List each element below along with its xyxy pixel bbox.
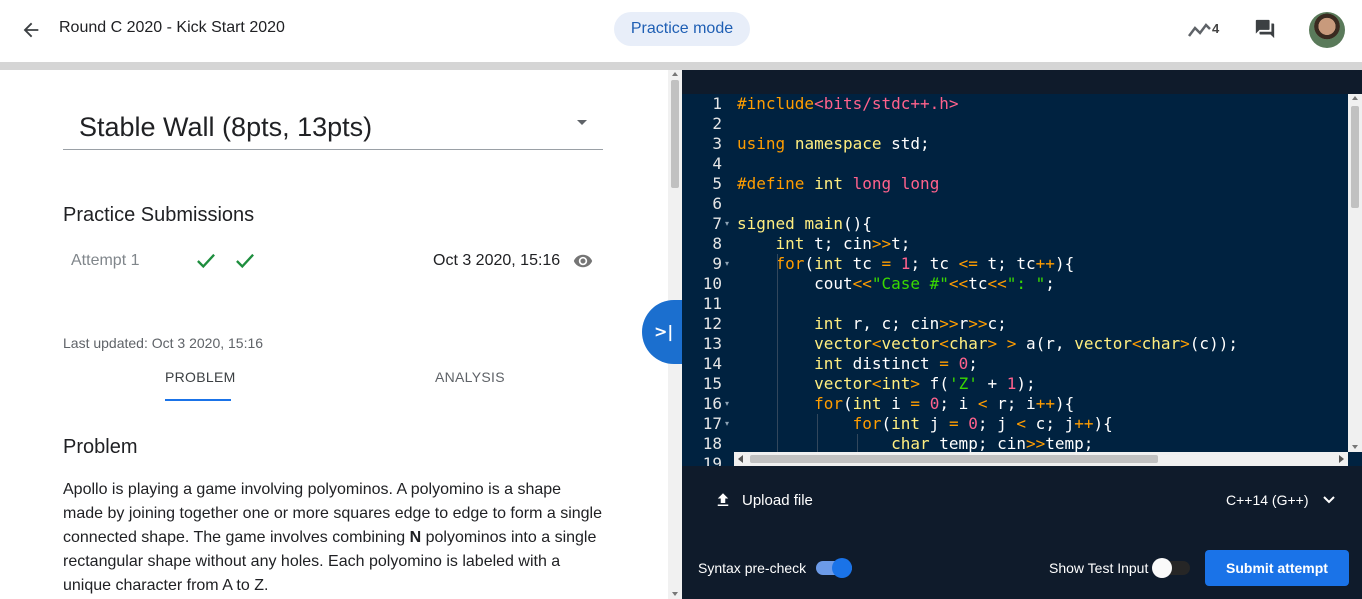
dropdown-arrow-icon xyxy=(577,120,587,125)
check-icon xyxy=(236,253,254,269)
line-number: 10 xyxy=(702,274,722,293)
problem-statement: Apollo is playing a game involving polyo… xyxy=(63,481,602,594)
line-number: 11 xyxy=(702,294,722,313)
tab-analysis[interactable]: ANALYSIS xyxy=(435,369,505,385)
line-number: 13 xyxy=(702,334,722,353)
line-number: 7 xyxy=(712,214,722,233)
line-number: 5 xyxy=(712,174,722,193)
back-arrow-icon[interactable] xyxy=(20,18,42,42)
line-number: 8 xyxy=(712,234,722,253)
line-number: 1 xyxy=(712,94,722,113)
line-number-gutter: 1 2 3 4 5 6 7 ▾ 8 9 ▾ 10 11 12 13 14 15 16 ▾ 17 ▾ 18 19 xyxy=(682,94,734,466)
code-line: vector<vector<char> > a(r, vector<char>(… xyxy=(814,334,1238,353)
problem-pane: Stable Wall (8pts, 13pts) Practice Submi… xyxy=(0,70,668,599)
tab-problem[interactable]: PROBLEM xyxy=(165,369,236,385)
trend-count: 4 xyxy=(1212,21,1220,36)
line-number: 6 xyxy=(712,194,722,213)
line-number: 2 xyxy=(712,114,722,133)
active-tab-indicator xyxy=(165,399,231,401)
problem-selector-value: Stable Wall (8pts, 13pts) xyxy=(79,112,373,142)
fold-arrow-icon[interactable]: ▾ xyxy=(725,259,729,268)
line-number: 18 xyxy=(702,434,722,453)
line-number: 14 xyxy=(702,354,722,373)
line-number: 9 xyxy=(712,254,722,273)
scrollbar-thumb[interactable] xyxy=(671,80,679,188)
code-line: signed main(){ xyxy=(737,214,872,233)
check-icon xyxy=(197,253,215,269)
collapse-icon: >| xyxy=(654,322,674,341)
submit-attempt-button[interactable]: Submit attempt xyxy=(1205,550,1349,586)
indent-guide xyxy=(777,254,778,466)
trending-icon xyxy=(1188,23,1211,37)
line-number: 19 xyxy=(702,454,722,466)
problem-selector[interactable]: Stable Wall (8pts, 13pts) xyxy=(63,108,603,150)
code-line: int t; cin>>t; xyxy=(775,234,911,253)
upload-icon xyxy=(717,493,729,506)
scrollbar-thumb[interactable] xyxy=(750,455,1158,463)
fold-arrow-icon[interactable]: ▾ xyxy=(725,219,729,228)
avatar[interactable] xyxy=(1309,12,1345,48)
code-line: for(int tc = 1; tc <= t; tc++){ xyxy=(775,254,1075,273)
line-number: 16 xyxy=(702,394,722,413)
chevron-down-icon[interactable] xyxy=(1322,493,1336,507)
code-line: char temp; cin>>temp; xyxy=(891,434,1094,453)
fold-arrow-icon[interactable]: ▾ xyxy=(725,419,729,428)
syntax-precheck-toggle[interactable] xyxy=(816,558,852,578)
problem-heading: Problem xyxy=(63,436,138,458)
editor-pane: 1 2 3 4 5 6 7 ▾ 8 9 ▾ 10 11 12 13 14 15 16 ▾ 17 ▾ 18 19 #inclu… xyxy=(682,70,1362,599)
editor-horizontal-scrollbar[interactable] xyxy=(734,452,1348,466)
attempt-row: Attempt 1 Oct 3 2020, 15:16 xyxy=(63,246,603,276)
code-line: for(int i = 0; i < r; i++){ xyxy=(814,394,1075,413)
upload-file-label: Upload file xyxy=(742,492,813,509)
line-number: 12 xyxy=(702,314,722,333)
code-line: for(int j = 0; j < c; j++){ xyxy=(852,414,1113,433)
last-updated: Last updated: Oct 3 2020, 15:16 xyxy=(63,335,264,351)
code-line: #include<bits/stdc++.h> xyxy=(737,94,959,113)
show-test-input-label: Show Test Input xyxy=(1049,560,1149,576)
line-number: 4 xyxy=(712,154,722,173)
editor-vertical-scrollbar[interactable] xyxy=(1348,94,1362,452)
code-line: int distinct = 0; xyxy=(814,354,978,373)
show-test-input-toggle[interactable] xyxy=(1152,558,1190,578)
submissions-title: Practice Submissions xyxy=(63,204,255,226)
chat-icon[interactable] xyxy=(1254,18,1276,40)
page-title: Round C 2020 - Kick Start 2020 xyxy=(59,19,285,36)
top-bar: Round C 2020 - Kick Start 2020 Practice … xyxy=(0,0,1362,62)
attempt-date: Oct 3 2020, 15:16 xyxy=(433,252,561,269)
code-line: using namespace std; xyxy=(737,134,930,153)
code-editor[interactable]: 1 2 3 4 5 6 7 ▾ 8 9 ▾ 10 11 12 13 14 15 16 ▾ 17 ▾ 18 19 #inclu… xyxy=(682,94,1362,466)
scoreboard-trend-button[interactable]: 4 xyxy=(1188,20,1219,40)
header-divider xyxy=(0,62,1362,70)
code-line: #define int long long xyxy=(737,174,940,193)
code-line: vector<int> f('Z' + 1); xyxy=(814,374,1036,393)
practice-mode-badge[interactable]: Practice mode xyxy=(614,12,750,46)
attempt-label: Attempt 1 xyxy=(71,252,140,269)
language-select[interactable]: C++14 (G++) xyxy=(1226,492,1309,508)
fold-arrow-icon[interactable]: ▾ xyxy=(725,399,729,408)
line-number: 15 xyxy=(702,374,722,393)
line-number: 3 xyxy=(712,134,722,153)
syntax-precheck-label: Syntax pre-check xyxy=(698,560,807,576)
scrollbar-thumb[interactable] xyxy=(1351,106,1359,208)
line-number: 17 xyxy=(702,414,722,433)
code-line: cout<<"Case #"<<tc<<": "; xyxy=(737,274,1055,293)
eye-icon[interactable] xyxy=(571,251,595,271)
